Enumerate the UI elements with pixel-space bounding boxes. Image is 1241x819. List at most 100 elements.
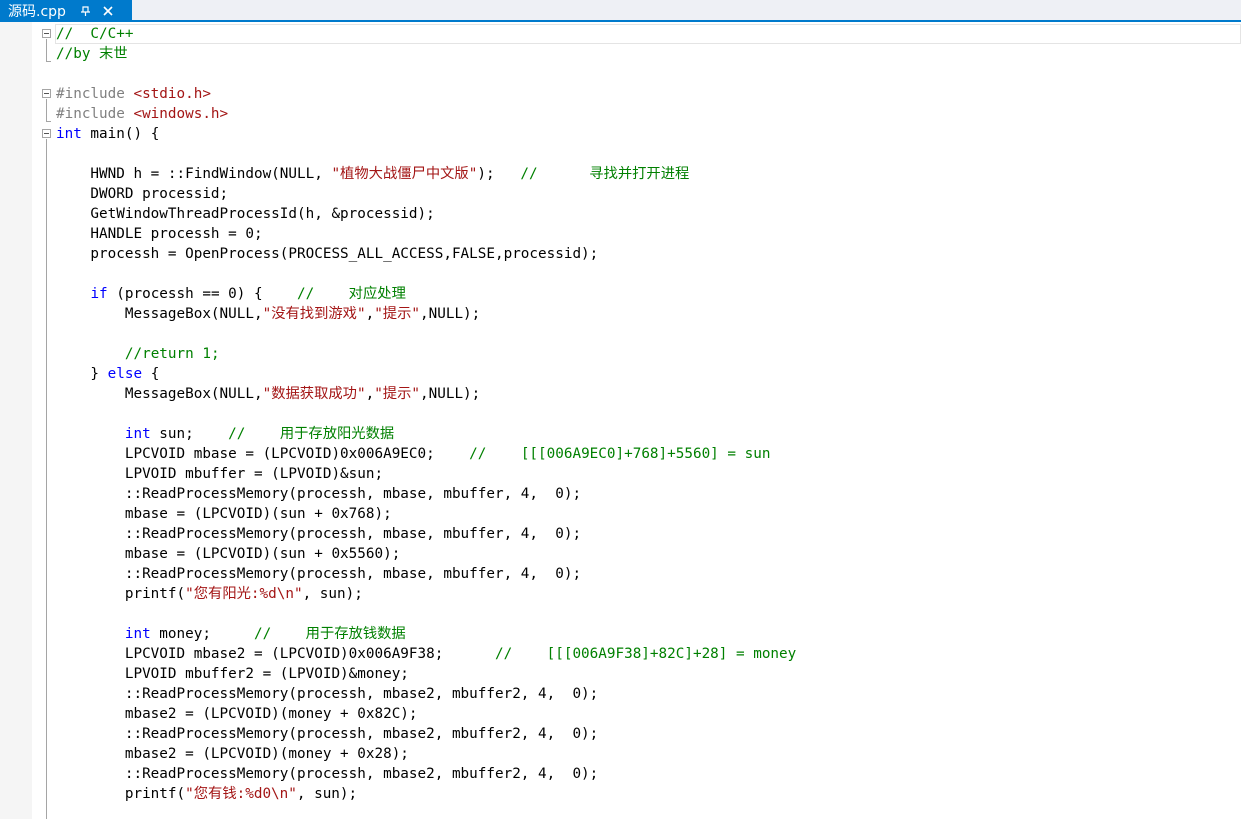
collapse-main-function-icon[interactable] [42, 129, 51, 138]
code-line[interactable]: DWORD processid; [56, 184, 1236, 204]
collapse-include-block-icon[interactable] [42, 89, 51, 98]
code-text: , sun); [296, 786, 358, 802]
code-line[interactable]: printf("您有阳光:%d\n", sun); [56, 584, 1236, 604]
code-text: HANDLE processh = 0; [56, 226, 263, 242]
string-literal: "您有钱:%d0\n" [185, 786, 297, 802]
code-line[interactable]: #include <stdio.h> [56, 84, 1236, 104]
code-line[interactable]: } else { [56, 364, 1236, 384]
code-text: sun; [150, 426, 229, 442]
code-text: } [56, 366, 108, 382]
code-text: , [365, 306, 375, 322]
code-line[interactable] [56, 324, 1236, 344]
tab-title: 源码.cpp [8, 4, 66, 20]
code-line[interactable] [56, 144, 1236, 164]
code-text: ::ReadProcessMemory(processh, mbase, mbu… [56, 486, 582, 502]
code-line[interactable] [56, 604, 1236, 624]
comment: // C/C++ [56, 26, 134, 42]
code-text: mbase = (LPCVOID)(sun + 0x768); [56, 506, 392, 522]
code-line[interactable]: mbase2 = (LPCVOID)(money + 0x28); [56, 744, 1236, 764]
code-line[interactable]: HWND h = ::FindWindow(NULL, "植物大战僵尸中文版")… [56, 164, 1236, 184]
selection-margin[interactable] [0, 22, 32, 819]
outline-guide-end [46, 61, 51, 62]
code-text: GetWindowThreadProcessId(h, &processid); [56, 206, 435, 222]
code-line[interactable]: // C/C++ [56, 24, 1236, 44]
code-line[interactable]: #include <windows.h> [56, 104, 1236, 124]
code-text: LPCVOID mbase2 = (LPCVOID)0x006A9F38; [56, 646, 495, 662]
code-text: printf( [56, 786, 186, 802]
string-literal: "提示" [374, 386, 421, 402]
code-text: printf( [56, 586, 186, 602]
code-line[interactable]: GetWindowThreadProcessId(h, &processid); [56, 204, 1236, 224]
document-tab-strip: 源码.cpp [0, 0, 1241, 22]
comment: // 用于存放阳光数据 [228, 426, 395, 442]
code-text: ::ReadProcessMemory(processh, mbase, mbu… [56, 566, 582, 582]
close-icon[interactable] [100, 3, 116, 19]
tab-source-cpp[interactable]: 源码.cpp [0, 0, 132, 22]
code-text: DWORD processid; [56, 186, 229, 202]
code-text: ::ReadProcessMemory(processh, mbase2, mb… [56, 726, 599, 742]
code-line[interactable]: ::ReadProcessMemory(processh, mbase, mbu… [56, 524, 1236, 544]
code-line[interactable]: LPCVOID mbase2 = (LPCVOID)0x006A9F38; //… [56, 644, 1236, 664]
code-line[interactable]: ::ReadProcessMemory(processh, mbase2, mb… [56, 724, 1236, 744]
string-literal: "提示" [374, 306, 421, 322]
code-line[interactable]: HANDLE processh = 0; [56, 224, 1236, 244]
string-literal: "您有阳光:%d\n" [185, 586, 303, 602]
code-line[interactable]: LPVOID mbuffer2 = (LPVOID)&money; [56, 664, 1236, 684]
code-text: MessageBox(NULL, [56, 386, 263, 402]
code-line[interactable]: LPVOID mbuffer = (LPVOID)&sun; [56, 464, 1236, 484]
code-text: (processh == 0) { [107, 286, 298, 302]
code-line[interactable]: int money; // 用于存放钱数据 [56, 624, 1236, 644]
code-text: main() { [81, 126, 160, 142]
code-line[interactable]: printf("您有钱:%d0\n", sun); [56, 784, 1236, 804]
string-literal: "植物大战僵尸中文版" [331, 166, 478, 182]
code-text: ); [477, 166, 521, 182]
code-line[interactable] [56, 404, 1236, 424]
keyword: int [124, 426, 151, 442]
code-text: MessageBox(NULL, [56, 306, 263, 322]
code-editor[interactable]: // C/C++ //by 末世 #include <stdio.h> #inclu… [0, 22, 1241, 819]
code-line[interactable]: ::ReadProcessMemory(processh, mbase2, mb… [56, 764, 1236, 784]
code-line[interactable]: processh = OpenProcess(PROCESS_ALL_ACCES… [56, 244, 1236, 264]
code-line[interactable]: if (processh == 0) { // 对应处理 [56, 284, 1236, 304]
code-line[interactable] [56, 264, 1236, 284]
outline-guide-end [46, 121, 51, 122]
comment: // [[[006A9F38]+82C]+28] = money [494, 646, 797, 662]
comment: //return 1; [124, 346, 220, 362]
code-text-area[interactable]: // C/C++ //by 末世 #include <stdio.h> #inclu… [56, 24, 1236, 804]
outline-guide [46, 99, 47, 121]
code-text: ,NULL); [420, 306, 481, 322]
code-line[interactable] [56, 64, 1236, 84]
code-text: , [365, 386, 375, 402]
code-text: mbase = (LPCVOID)(sun + 0x5560); [56, 546, 401, 562]
code-text: processh = OpenProcess(PROCESS_ALL_ACCES… [56, 246, 599, 262]
code-line[interactable]: int main() { [56, 124, 1236, 144]
code-line[interactable]: MessageBox(NULL,"没有找到游戏","提示",NULL); [56, 304, 1236, 324]
collapse-comment-block-icon[interactable] [42, 29, 51, 38]
code-text: ::ReadProcessMemory(processh, mbase2, mb… [56, 766, 599, 782]
code-line[interactable]: //by 末世 [56, 44, 1236, 64]
code-text: LPCVOID mbase = (LPCVOID)0x006A9EC0; [56, 446, 470, 462]
code-line[interactable]: mbase = (LPCVOID)(sun + 0x768); [56, 504, 1236, 524]
code-text: , sun); [302, 586, 363, 602]
code-text: mbase2 = (LPCVOID)(money + 0x82C); [56, 706, 418, 722]
code-line[interactable]: ::ReadProcessMemory(processh, mbase, mbu… [56, 484, 1236, 504]
code-line[interactable]: MessageBox(NULL,"数据获取成功","提示",NULL); [56, 384, 1236, 404]
code-line[interactable]: //return 1; [56, 344, 1236, 364]
code-text: LPVOID mbuffer = (LPVOID)&sun; [56, 466, 384, 482]
comment: //by 末世 [56, 46, 128, 62]
pin-icon[interactable] [78, 3, 94, 19]
code-text: HWND h = ::FindWindow(NULL, [56, 166, 332, 182]
code-line[interactable]: mbase2 = (LPCVOID)(money + 0x82C); [56, 704, 1236, 724]
code-line[interactable]: ::ReadProcessMemory(processh, mbase2, mb… [56, 684, 1236, 704]
code-line[interactable]: LPCVOID mbase = (LPCVOID)0x006A9EC0; // … [56, 444, 1236, 464]
code-line[interactable]: int sun; // 用于存放阳光数据 [56, 424, 1236, 444]
string-literal: <windows.h> [133, 106, 229, 122]
outline-guide [46, 139, 47, 819]
code-line[interactable]: mbase = (LPCVOID)(sun + 0x5560); [56, 544, 1236, 564]
code-text: { [142, 366, 160, 382]
code-line[interactable]: ::ReadProcessMemory(processh, mbase, mbu… [56, 564, 1236, 584]
